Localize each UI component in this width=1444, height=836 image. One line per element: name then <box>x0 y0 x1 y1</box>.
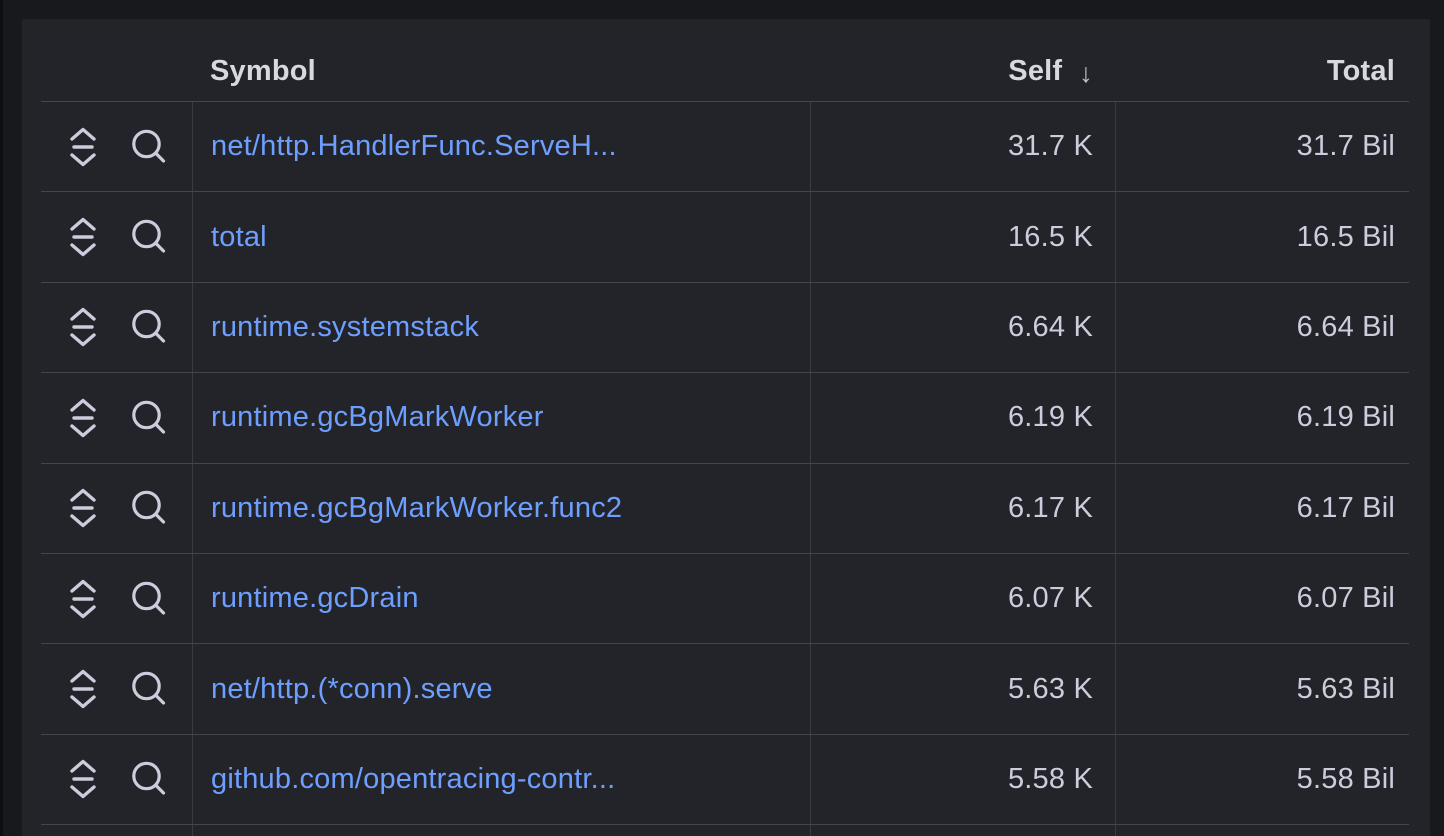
total-value: 6.64 Bil <box>1115 283 1409 372</box>
table-row: net/http.(*conn).serve 5.63 K 5.63 Bil <box>41 644 1409 734</box>
symbol-link[interactable]: net/http.HandlerFunc.ServeH... <box>211 130 617 163</box>
symbol-header-label: Symbol <box>210 55 316 88</box>
symbol-link[interactable]: runtime.gcBgMarkWorker.func2 <box>211 492 622 525</box>
search-icon[interactable] <box>130 399 168 437</box>
table-row: github.com/opentracing-contr... 5.58 K 5… <box>41 735 1409 825</box>
row-actions-cell <box>41 825 192 836</box>
total-value: 5.63 Bil <box>1115 644 1409 733</box>
total-value: 16.5 Bil <box>1115 192 1409 281</box>
search-icon[interactable] <box>130 580 168 618</box>
row-actions-cell <box>41 644 192 733</box>
sort-desc-arrow-icon: ↓ <box>1079 58 1093 89</box>
sandwich-view-icon[interactable] <box>68 757 98 801</box>
table-row: runtime.gcBgMarkWorker.func2 6.17 K 6.17… <box>41 464 1409 554</box>
self-value: 6.17 K <box>810 464 1115 553</box>
row-actions-cell <box>41 373 192 462</box>
search-icon[interactable] <box>130 670 168 708</box>
total-value: 5.58 Bil <box>1115 735 1409 824</box>
search-icon[interactable] <box>130 218 168 256</box>
total-value: 6.07 Bil <box>1115 554 1409 643</box>
table-row: runtime.gcBgMarkWorker 6.19 K 6.19 Bil <box>41 373 1409 463</box>
table-row: runtime.systemstack 6.64 K 6.64 Bil <box>41 283 1409 373</box>
top-table-panel: Symbol Self ↓ Total net/http.HandlerFunc… <box>22 19 1430 836</box>
symbol-link[interactable]: net/http.(*conn).serve <box>211 673 493 706</box>
table-row: net/http.HandlerFunc.ServeH... 31.7 K 31… <box>41 102 1409 192</box>
self-value: 31.7 K <box>810 102 1115 191</box>
table-header-row: Symbol Self ↓ Total <box>41 19 1409 102</box>
window-left-edge <box>0 0 3 836</box>
sandwich-view-icon[interactable] <box>68 215 98 259</box>
total-header-label: Total <box>1327 55 1395 88</box>
row-actions-cell <box>41 283 192 372</box>
table-row: runtime.gcDrain 6.07 K 6.07 Bil <box>41 554 1409 644</box>
row-actions-cell <box>41 192 192 281</box>
sandwich-view-icon[interactable] <box>68 667 98 711</box>
row-actions-cell <box>41 102 192 191</box>
row-actions-cell <box>41 735 192 824</box>
search-icon[interactable] <box>130 760 168 798</box>
self-value: 16.5 K <box>810 192 1115 281</box>
self-value: 6.07 K <box>810 554 1115 643</box>
total-value: 6.17 Bil <box>1115 464 1409 553</box>
self-value: 6.64 K <box>810 283 1115 372</box>
sandwich-view-icon[interactable] <box>68 396 98 440</box>
row-actions-cell <box>41 464 192 553</box>
actions-column-header <box>41 19 192 101</box>
self-header-label: Self <box>1008 55 1062 88</box>
total-value: 6.19 Bil <box>1115 373 1409 462</box>
symbol-link[interactable]: github.com/opentracing-contr... <box>211 763 615 796</box>
symbol-link[interactable]: runtime.gcDrain <box>211 582 419 615</box>
search-icon[interactable] <box>130 489 168 527</box>
search-icon[interactable] <box>130 308 168 346</box>
sandwich-view-icon[interactable] <box>68 125 98 169</box>
table-row: total 16.5 K 16.5 Bil <box>41 192 1409 282</box>
search-icon[interactable] <box>130 128 168 166</box>
symbol-link[interactable]: runtime.gcBgMarkWorker <box>211 401 544 434</box>
table-row-partial <box>41 825 1409 836</box>
total-value: 31.7 Bil <box>1115 102 1409 191</box>
column-header-total[interactable]: Total <box>1115 19 1409 101</box>
row-actions-cell <box>41 554 192 643</box>
self-value: 5.58 K <box>810 735 1115 824</box>
self-value: 6.19 K <box>810 373 1115 462</box>
sandwich-view-icon[interactable] <box>68 305 98 349</box>
sandwich-view-icon[interactable] <box>68 577 98 621</box>
symbol-link[interactable]: total <box>211 221 267 254</box>
column-header-symbol[interactable]: Symbol <box>192 19 810 101</box>
self-value: 5.63 K <box>810 644 1115 733</box>
sandwich-view-icon[interactable] <box>68 486 98 530</box>
column-header-self[interactable]: Self ↓ <box>810 19 1115 101</box>
symbols-table: Symbol Self ↓ Total net/http.HandlerFunc… <box>41 19 1409 836</box>
symbol-link[interactable]: runtime.systemstack <box>211 311 479 344</box>
